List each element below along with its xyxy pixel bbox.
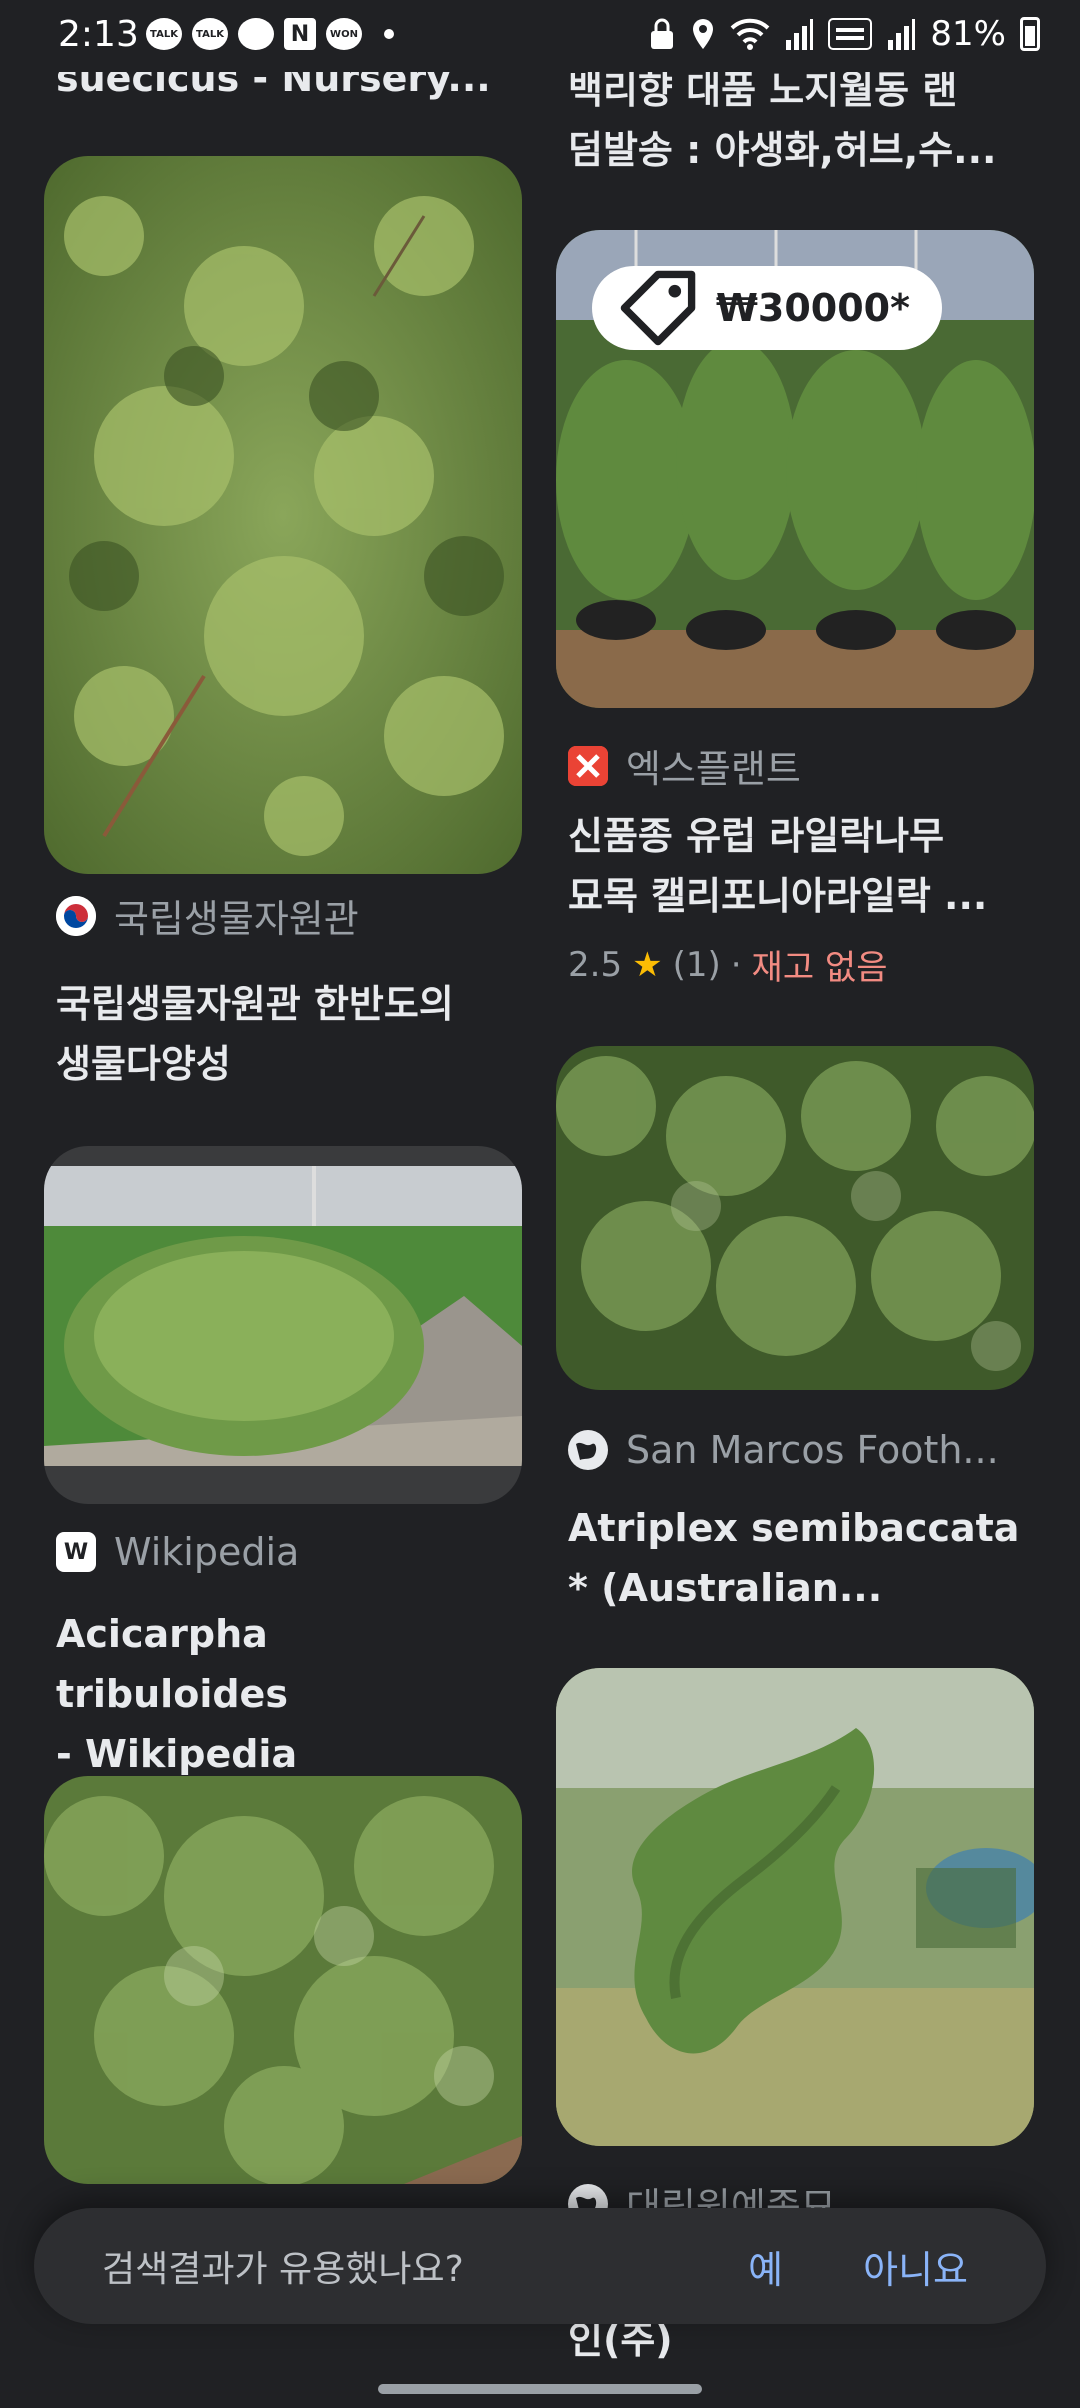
result-source[interactable]: W Wikipedia (44, 1530, 311, 1574)
stock-status: 재고 없음 (751, 948, 888, 988)
feedback-bar: 검색결과가 유용했나요? 예 아니요 (34, 2208, 1046, 2324)
result-image[interactable] (556, 1046, 1034, 1390)
rating-value: 2.5 (568, 944, 623, 985)
result-image[interactable] (44, 1776, 522, 2184)
rating-count: (1) (672, 944, 721, 985)
battery-percent: 81% (930, 14, 1006, 54)
result-title[interactable]: 국립생물자원관 한반도의 생물다양성 (44, 974, 522, 1094)
price-value: ₩30000* (716, 286, 910, 330)
location-icon (693, 19, 714, 49)
wifi-icon (731, 18, 770, 50)
korea-flag-icon (56, 895, 96, 936)
source-name: 엑스플랜트 (626, 747, 801, 791)
result-title[interactable]: 신품종 유럽 라일락나무 묘목 캘리포니아라일락 ... (556, 806, 1034, 926)
more-notifications-icon (384, 29, 394, 39)
notification-icons: TALK TALK N WON (146, 18, 394, 50)
result-title[interactable]: Atriplex semibaccata * (Australian... (556, 1498, 1034, 1618)
home-indicator[interactable] (378, 2384, 702, 2394)
lock-icon (651, 18, 674, 49)
xplant-icon (568, 745, 608, 786)
result-title[interactable]: Acicarpha tribuloides - Wikipedia (44, 1604, 522, 1784)
feedback-yes-button[interactable]: 예 (748, 2239, 783, 2294)
status-bar: 2:13 TALK TALK N WON 81% (0, 0, 1080, 72)
result-image[interactable]: ₩30000* (556, 230, 1034, 708)
price-tag-icon (620, 270, 696, 346)
kakaotalk-icon: TALK (146, 18, 182, 50)
result-title[interactable]: 백리향 대품 노지월동 랜 덤발송 : 야생화,허브,수... (556, 60, 1034, 180)
star-icon: ★ (632, 944, 663, 985)
signal-icon-2 (888, 19, 916, 50)
chat-icon (238, 18, 274, 50)
signal-icon (786, 19, 814, 50)
result-title-line: Acicarpha tribuloides (56, 1612, 288, 1716)
source-name: San Marcos Footh... (626, 1428, 999, 1472)
kakaotalk-icon: TALK (192, 18, 228, 50)
result-title-line: 신품종 유럽 라일락나무 (568, 814, 945, 858)
source-name: 국립생물자원관 (114, 897, 359, 941)
result-title-line: 덤발송 : 야생화,허브,수... (568, 128, 997, 172)
system-icons: 81% (648, 14, 1040, 54)
won-icon: WON (326, 18, 362, 50)
product-rating: 2.5 ★ (1) · 재고 없음 (556, 940, 899, 989)
price-tag: ₩30000* (592, 266, 942, 350)
result-source[interactable]: 국립생물자원관 (44, 888, 371, 943)
feedback-question: 검색결과가 유용했나요? (102, 2249, 464, 2290)
volte-icon (828, 18, 873, 50)
result-title-line: Atriplex semibaccata (568, 1506, 1020, 1550)
naver-icon: N (284, 18, 316, 50)
wikipedia-icon: W (56, 1532, 96, 1572)
result-image[interactable] (44, 1146, 522, 1504)
result-title-line: 생물다양성 (56, 1042, 231, 1086)
source-name: Wikipedia (114, 1530, 300, 1574)
battery-icon (1020, 17, 1040, 51)
globe-icon (568, 1430, 608, 1470)
result-title-line: 국립생물자원관 한반도의 (56, 982, 454, 1026)
result-image[interactable] (44, 156, 522, 874)
result-title-line: - Wikipedia (56, 1732, 298, 1776)
result-image[interactable] (556, 1668, 1034, 2146)
result-title-line: * (Australian... (568, 1566, 883, 1610)
result-source[interactable]: San Marcos Footh... (556, 1428, 1011, 1472)
rating-separator: · (730, 944, 742, 985)
result-source[interactable]: 엑스플랜트 (556, 738, 813, 793)
status-time: 2:13 (58, 14, 139, 55)
feedback-no-button[interactable]: 아니요 (863, 2239, 968, 2294)
result-title-line: 묘목 캘리포니아라일락 ... (568, 874, 988, 918)
